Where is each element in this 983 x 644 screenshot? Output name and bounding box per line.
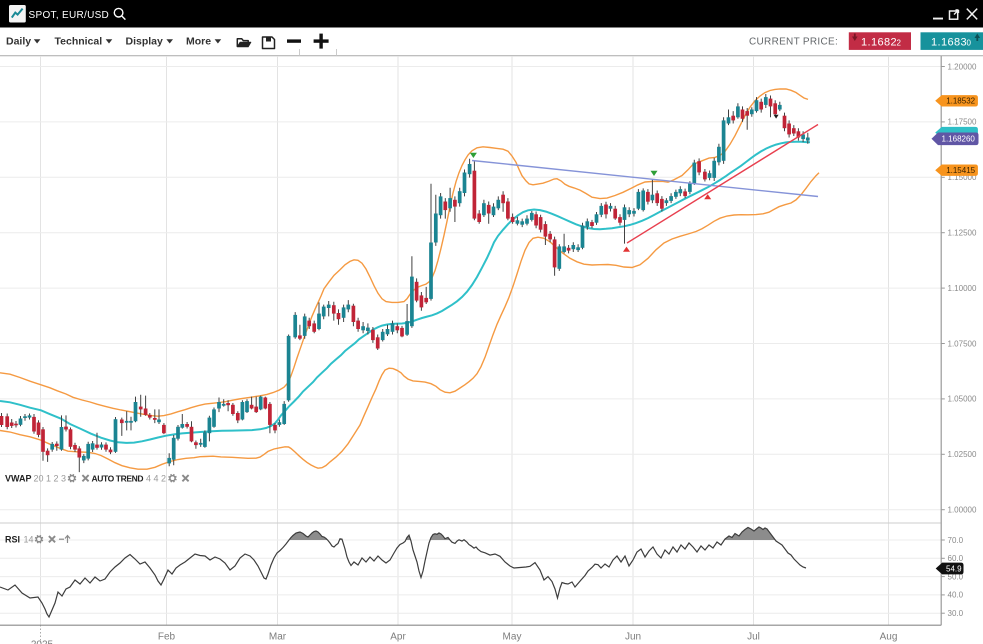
- svg-text:14: 14: [24, 535, 34, 545]
- svg-text:Mar: Mar: [269, 632, 287, 643]
- svg-text:RSI: RSI: [5, 535, 20, 545]
- svg-text:1.168260: 1.168260: [942, 135, 976, 144]
- svg-text:1.02500: 1.02500: [948, 450, 977, 459]
- svg-text:1.1682: 1.1682: [861, 36, 897, 48]
- svg-text:0: 0: [967, 38, 972, 47]
- svg-text:1.15415: 1.15415: [946, 166, 975, 175]
- svg-text:1.12500: 1.12500: [948, 229, 977, 238]
- svg-text:2: 2: [897, 38, 902, 47]
- svg-text:VWAP: VWAP: [5, 474, 32, 484]
- svg-text:Jun: Jun: [625, 632, 641, 643]
- svg-text:1.20000: 1.20000: [948, 62, 977, 71]
- svg-text:30.0: 30.0: [948, 609, 964, 618]
- svg-text:1.1683: 1.1683: [931, 36, 967, 48]
- svg-text:1.10000: 1.10000: [948, 284, 977, 293]
- svg-text:Apr: Apr: [390, 632, 406, 643]
- svg-text:Aug: Aug: [880, 632, 898, 643]
- svg-text:Feb: Feb: [158, 632, 176, 643]
- svg-text:60.0: 60.0: [948, 554, 964, 563]
- svg-text:AUTO TREND: AUTO TREND: [92, 474, 144, 484]
- svg-text:More: More: [186, 36, 211, 48]
- svg-text:Display: Display: [126, 36, 164, 48]
- svg-text:1.05000: 1.05000: [948, 395, 977, 404]
- svg-text:1.17500: 1.17500: [948, 118, 977, 127]
- svg-text:2025: 2025: [31, 640, 54, 644]
- svg-text:4 4 2: 4 4 2: [146, 474, 166, 484]
- svg-text:Jul: Jul: [747, 632, 760, 643]
- svg-text:Daily: Daily: [6, 36, 31, 48]
- svg-text:CURRENT PRICE:: CURRENT PRICE:: [749, 36, 838, 47]
- svg-text:SPOT, EUR/USD: SPOT, EUR/USD: [29, 10, 110, 21]
- svg-text:70.0: 70.0: [948, 536, 964, 545]
- svg-text:May: May: [503, 632, 522, 643]
- svg-text:40.0: 40.0: [948, 591, 964, 600]
- svg-text:1.07500: 1.07500: [948, 339, 977, 348]
- svg-text:Technical: Technical: [55, 36, 103, 48]
- svg-text:20 1 2 3: 20 1 2 3: [34, 474, 67, 484]
- svg-text:1.18532: 1.18532: [946, 97, 975, 106]
- svg-text:1.00000: 1.00000: [948, 506, 977, 515]
- svg-text:54.9: 54.9: [946, 564, 962, 573]
